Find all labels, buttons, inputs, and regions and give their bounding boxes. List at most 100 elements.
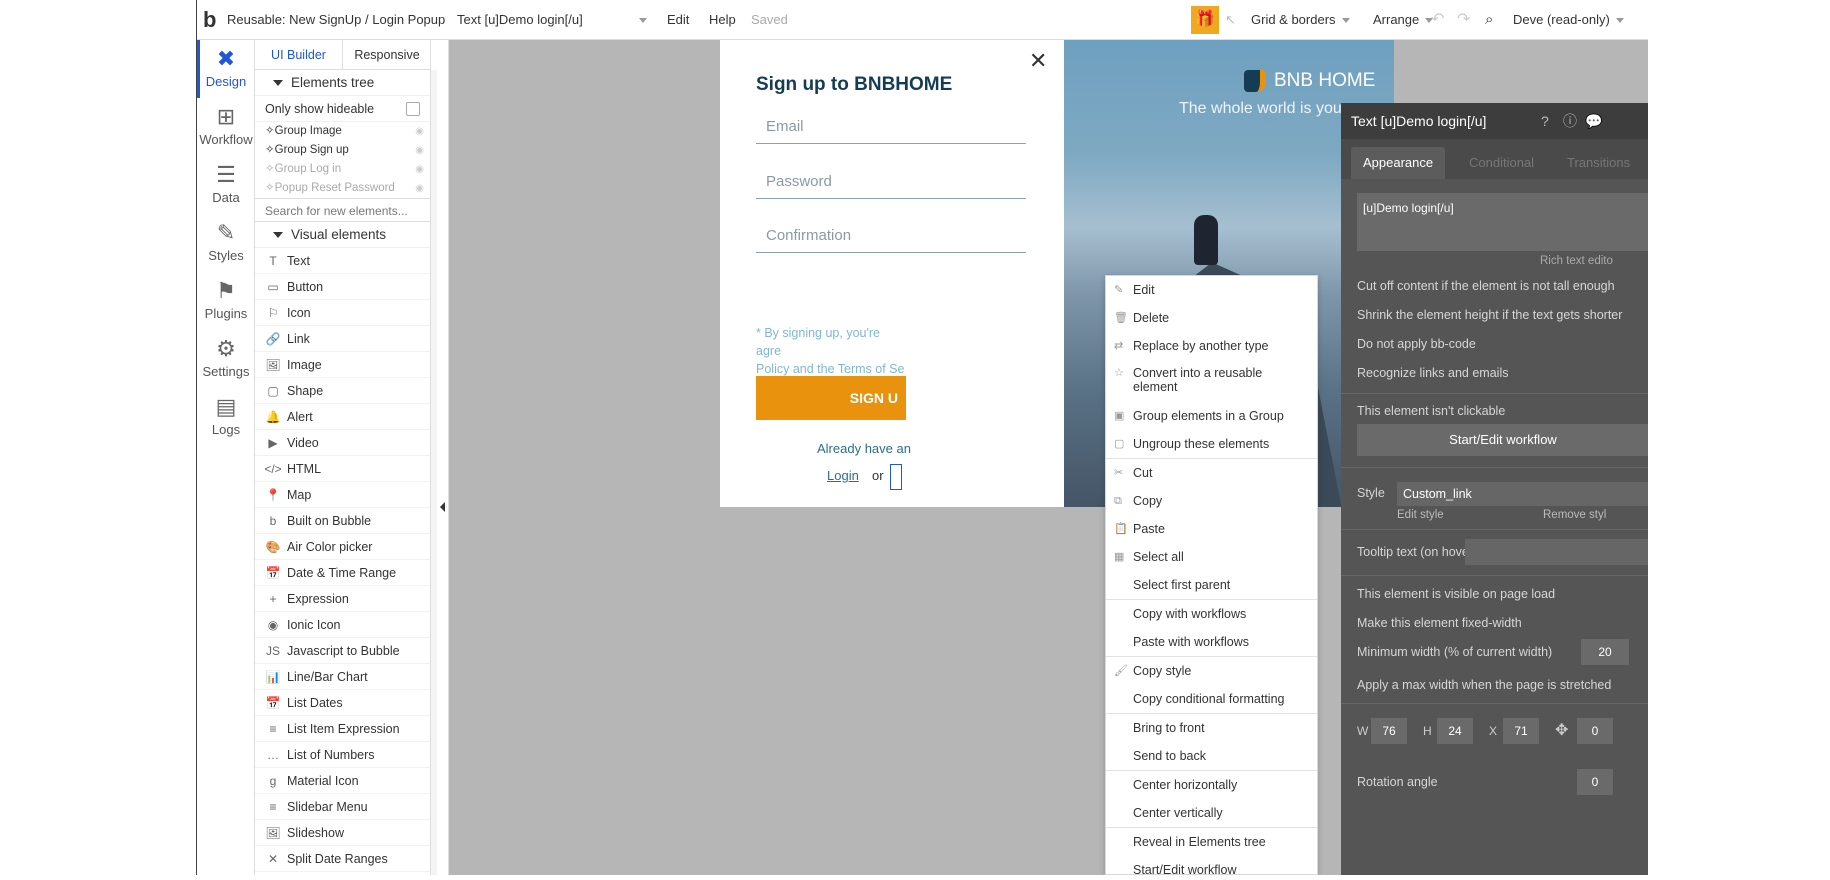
visual-element-item[interactable]: 📍 Map (255, 482, 430, 508)
search-icon[interactable]: ⌕ (1485, 0, 1493, 40)
comment-icon[interactable]: 💬 (1585, 103, 1602, 139)
nav-settings[interactable]: ⚙ Settings (197, 330, 255, 388)
visual-element-item[interactable]: 🔗 Link (255, 326, 430, 352)
eye-icon[interactable]: ◉ (415, 160, 424, 179)
nav-design[interactable]: ✖ Design (197, 40, 255, 98)
context-menu-item[interactable]: ⇄ Replace by another type (1106, 332, 1317, 360)
y-input[interactable]: 0 (1577, 718, 1613, 744)
page-selector[interactable]: Reusable: New SignUp / Login Popup (227, 0, 445, 40)
style-select[interactable]: Custom_link (1397, 482, 1648, 506)
eye-icon[interactable]: ◉ (415, 141, 424, 160)
visual-element-item[interactable]: ▭ Button (255, 274, 430, 300)
context-menu-item[interactable]: Center horizontally (1106, 771, 1317, 799)
visual-element-item[interactable]: 🎨 Air Color picker (255, 534, 430, 560)
context-menu-item[interactable]: Send to back (1106, 742, 1317, 770)
tab-responsive[interactable]: Responsive (343, 40, 431, 70)
signup-popup[interactable]: Sign up to BNBHOME ✕ Email Password Conf… (720, 40, 1064, 507)
width-input[interactable]: 76 (1371, 718, 1407, 744)
no-bbcode-option[interactable]: Do not apply bb-code (1357, 337, 1476, 351)
context-menu-item[interactable]: Paste with workflows (1106, 628, 1317, 656)
move-icon[interactable]: ✥ (1555, 720, 1568, 740)
nav-plugins[interactable]: ⚑ Plugins (197, 272, 255, 330)
grid-borders-menu[interactable]: Grid & borders (1251, 0, 1350, 40)
undo-icon[interactable]: ↶ (1431, 0, 1444, 40)
password-field[interactable]: Password (756, 167, 1026, 199)
context-menu-item[interactable]: Copy conditional formatting (1106, 685, 1317, 713)
context-menu-item[interactable]: ▦ Select all (1106, 543, 1317, 571)
x-input[interactable]: 71 (1503, 718, 1539, 744)
visual-element-item[interactable]: ▶ Video (255, 430, 430, 456)
login-link[interactable]: Login (827, 468, 859, 483)
context-menu-item[interactable]: 📋 Paste (1106, 515, 1317, 543)
nav-data[interactable]: ☰ Data (197, 156, 255, 214)
not-clickable-option[interactable]: This element isn't clickable (1357, 404, 1505, 418)
context-menu-item[interactable]: ✂ Cut (1106, 459, 1317, 487)
min-width-input[interactable]: 20 (1581, 639, 1629, 665)
user-menu[interactable]: Deve (read-only) (1513, 0, 1624, 40)
collapse-palette-handle[interactable] (437, 40, 449, 875)
visual-element-item[interactable]: T Text (255, 248, 430, 274)
context-menu-item[interactable]: ▣ Group elements in a Group (1106, 402, 1317, 430)
max-width-option[interactable]: Apply a max width when the page is stret… (1357, 678, 1611, 692)
email-field[interactable]: Email (756, 112, 1026, 144)
selected-element-outline[interactable] (890, 464, 902, 490)
search-elements-input[interactable]: Search for new elements... (255, 198, 430, 222)
menu-edit[interactable]: Edit (667, 0, 689, 40)
context-menu-item[interactable]: Copy with workflows (1106, 600, 1317, 628)
visual-element-item[interactable]: b Built on Bubble (255, 508, 430, 534)
visual-elements-header[interactable]: Visual elements (255, 222, 430, 248)
tree-item[interactable]: ✧Group Sign up ◉ (255, 141, 430, 160)
eye-icon[interactable]: ◉ (415, 179, 424, 198)
visual-element-item[interactable]: 🖼 Image (255, 352, 430, 378)
nav-styles[interactable]: ✎ Styles (197, 214, 255, 272)
context-menu-item[interactable]: 🗑 Delete (1106, 304, 1317, 332)
context-menu-item[interactable]: Select first parent (1106, 571, 1317, 599)
visual-element-item[interactable]: 🔔 Alert (255, 404, 430, 430)
tab-conditional[interactable]: Conditional (1457, 147, 1546, 179)
cut-off-option[interactable]: Cut off content if the element is not ta… (1357, 279, 1615, 293)
tree-item[interactable]: ✧Popup Reset Password ◉ (255, 179, 430, 198)
tree-item[interactable]: ✧Group Log in ◉ (255, 160, 430, 179)
property-editor-header[interactable]: Text [u]Demo login[/u]? ⓘ 💬 (1341, 103, 1648, 139)
info-icon[interactable]: ⓘ (1563, 103, 1577, 139)
visual-element-item[interactable]: ≡ List Item Expression (255, 716, 430, 742)
visual-element-item[interactable]: JS Javascript to Bubble (255, 638, 430, 664)
visual-element-item[interactable]: 📊 Line/Bar Chart (255, 664, 430, 690)
context-menu-item[interactable]: ✎ Edit (1106, 276, 1317, 304)
rich-text-editor-link[interactable]: Rich text edito (1540, 255, 1613, 267)
visual-element-item[interactable]: 🖼 Slideshow (255, 820, 430, 846)
rotation-input[interactable]: 0 (1577, 769, 1613, 795)
text-content-editor[interactable]: [u]Demo login[/u] (1357, 193, 1648, 251)
height-input[interactable]: 24 (1437, 718, 1473, 744)
shrink-option[interactable]: Shrink the element height if the text ge… (1357, 308, 1622, 322)
visual-element-item[interactable]: ⚐ Icon (255, 300, 430, 326)
context-menu-item[interactable]: ☆ Convert into a reusable element (1106, 360, 1317, 402)
remove-style-link[interactable]: Remove styl (1543, 509, 1606, 521)
context-menu-item[interactable]: Start/Edit workflow (1106, 856, 1317, 874)
context-menu-item[interactable]: Reveal in Elements tree (1106, 828, 1317, 856)
visual-element-item[interactable]: + Expression (255, 586, 430, 612)
visual-element-item[interactable]: g Material Icon (255, 768, 430, 794)
cursor-icon[interactable]: ↖ (1225, 0, 1236, 40)
edit-style-link[interactable]: Edit style (1397, 509, 1444, 521)
tab-appearance[interactable]: Appearance (1351, 147, 1446, 179)
help-icon[interactable]: ? (1541, 103, 1549, 139)
visual-element-item[interactable]: 📅 List Dates (255, 690, 430, 716)
redo-icon[interactable]: ↷ (1457, 0, 1470, 40)
only-show-hideable[interactable]: Only show hideable (255, 96, 430, 122)
visual-element-item[interactable]: ▢ Shape (255, 378, 430, 404)
element-selector[interactable]: Text [u]Demo login[/u] (457, 0, 647, 40)
visual-element-item[interactable]: ◉ Ionic Icon (255, 612, 430, 638)
visual-element-item[interactable]: ✕ Split Date Ranges (255, 846, 430, 872)
menu-help[interactable]: Help (709, 0, 736, 40)
tab-transitions[interactable]: Transitions (1555, 147, 1642, 179)
tooltip-input[interactable] (1465, 539, 1648, 565)
visual-element-item[interactable]: </> HTML (255, 456, 430, 482)
context-menu-item[interactable]: Center vertically (1106, 799, 1317, 827)
eye-icon[interactable]: ◉ (415, 122, 424, 141)
recognize-links-option[interactable]: Recognize links and emails (1357, 366, 1508, 380)
close-icon[interactable]: ✕ (1029, 48, 1047, 74)
visible-on-load-option[interactable]: This element is visible on page load (1357, 587, 1555, 601)
tab-ui-builder[interactable]: UI Builder (255, 40, 343, 70)
visual-element-item[interactable]: … List of Numbers (255, 742, 430, 768)
